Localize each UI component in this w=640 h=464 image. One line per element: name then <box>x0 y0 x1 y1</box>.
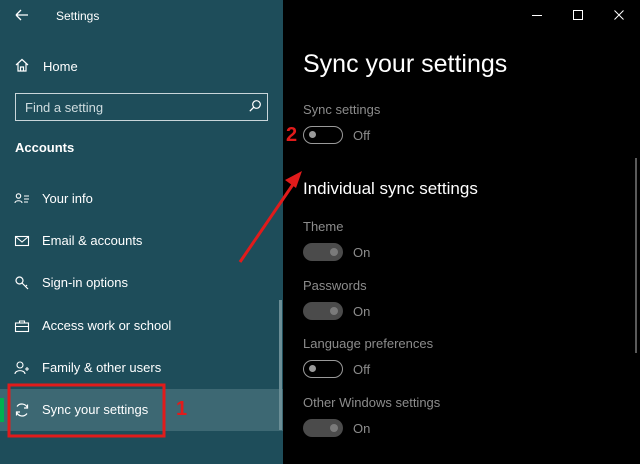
content-scrollbar[interactable] <box>635 158 637 353</box>
search-icon[interactable] <box>248 99 262 113</box>
envelope-icon <box>14 235 30 247</box>
home-icon <box>15 58 29 72</box>
passwords-state: On <box>353 304 371 319</box>
person-card-icon <box>14 193 29 204</box>
selected-indicator <box>0 398 4 422</box>
sidebar-item-label: Email & accounts <box>42 233 143 248</box>
toggle-knob <box>330 424 338 432</box>
sidebar-item-your-info[interactable]: Your info <box>0 178 283 220</box>
passwords-caption: Passwords <box>303 278 367 293</box>
annotation-marker-1: 1 <box>176 398 188 420</box>
sidebar-item-label: Sign-in options <box>42 275 128 290</box>
section-heading-accounts: Accounts <box>15 140 75 155</box>
briefcase-icon <box>14 320 30 333</box>
other-windows-toggle[interactable] <box>303 419 343 437</box>
annotation-marker-2: 2 <box>286 124 298 146</box>
sidebar-item-family-users[interactable]: Family & other users <box>0 347 283 389</box>
title-bar: Settings <box>0 0 283 32</box>
key-icon <box>15 276 29 290</box>
close-icon <box>614 10 624 20</box>
toggle-knob <box>330 248 338 256</box>
sidebar-scrollbar[interactable] <box>279 300 282 430</box>
sync-settings-state: Off <box>353 128 371 143</box>
passwords-toggle[interactable] <box>303 302 343 320</box>
sidebar-item-label: Access work or school <box>42 318 172 333</box>
page-title: Sync your settings <box>303 50 508 78</box>
other-windows-state: On <box>353 421 371 436</box>
home-label: Home <box>43 59 78 74</box>
window-title: Settings <box>56 9 100 23</box>
settings-sidebar: Settings Home Find a setting Accounts Yo… <box>0 0 283 464</box>
theme-caption: Theme <box>303 219 344 234</box>
minimize-button[interactable] <box>522 4 552 26</box>
toggle-knob <box>330 307 338 315</box>
back-arrow-icon <box>15 9 28 21</box>
language-state: Off <box>353 362 371 377</box>
search-placeholder: Find a setting <box>25 100 104 115</box>
sidebar-item-access-work[interactable]: Access work or school <box>0 305 283 347</box>
language-caption: Language preferences <box>303 336 434 351</box>
back-button[interactable] <box>9 4 35 26</box>
toggle-knob <box>309 365 316 372</box>
sidebar-item-label: Family & other users <box>42 360 162 375</box>
close-button[interactable] <box>604 4 634 26</box>
sync-icon <box>15 403 29 417</box>
theme-toggle[interactable] <box>303 243 343 261</box>
sidebar-item-sync-settings[interactable]: Sync your settings <box>0 389 283 431</box>
sidebar-item-label: Sync your settings <box>42 402 149 417</box>
sidebar-item-label: Your info <box>42 191 93 206</box>
person-add-icon <box>14 361 29 375</box>
home-nav-item[interactable]: Home <box>0 54 283 80</box>
theme-state: On <box>353 245 371 260</box>
sidebar-item-email-accounts[interactable]: Email & accounts <box>0 220 283 262</box>
sync-settings-toggle[interactable] <box>303 126 343 144</box>
individual-sync-heading: Individual sync settings <box>303 179 478 198</box>
sync-settings-caption: Sync settings <box>303 102 381 117</box>
minimize-icon <box>532 15 542 16</box>
search-input[interactable]: Find a setting <box>15 93 268 121</box>
sidebar-item-sign-in-options[interactable]: Sign-in options <box>0 262 283 304</box>
maximize-button[interactable] <box>563 4 593 26</box>
other-windows-caption: Other Windows settings <box>303 395 441 410</box>
maximize-icon <box>573 10 583 20</box>
language-toggle[interactable] <box>303 360 343 378</box>
toggle-knob <box>309 131 316 138</box>
content-pane: Sync your settings Sync settings Off Ind… <box>283 0 640 464</box>
